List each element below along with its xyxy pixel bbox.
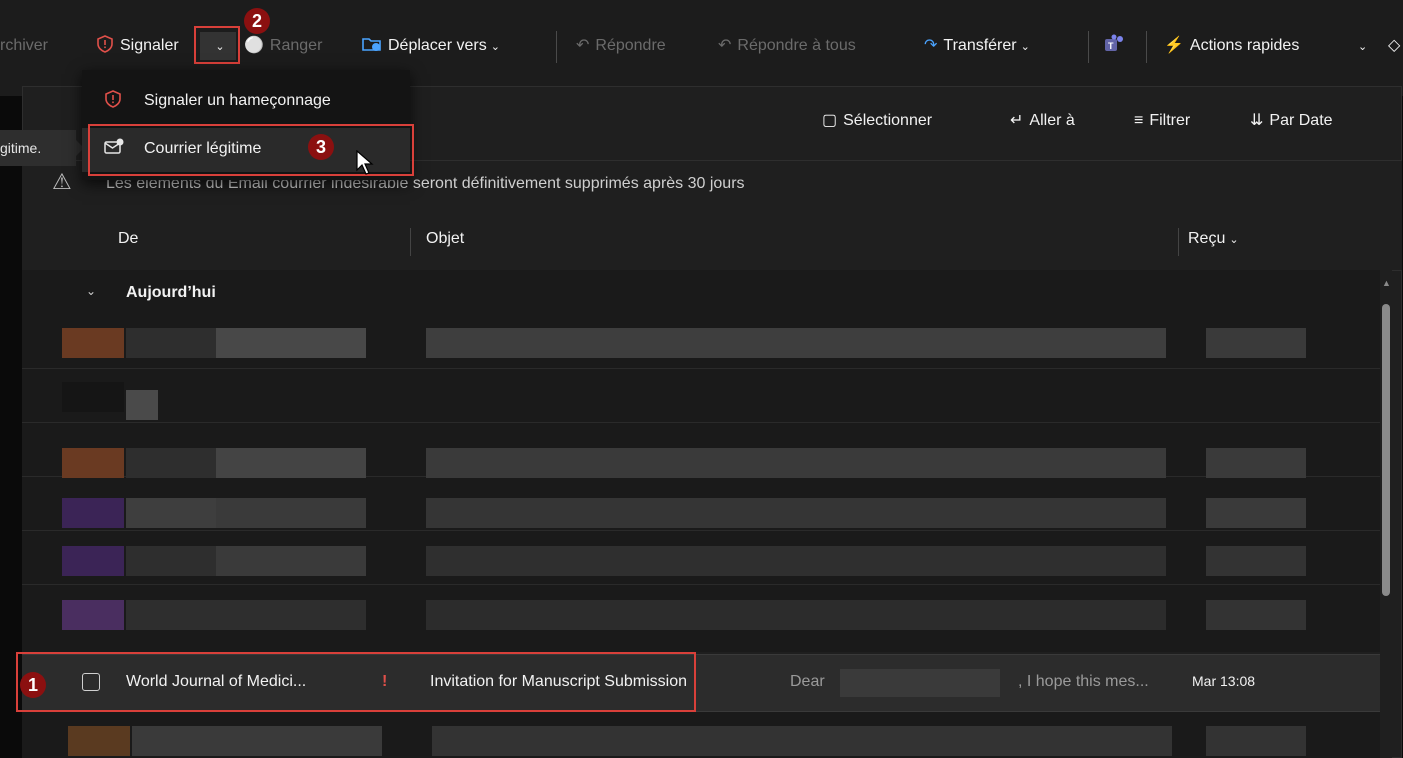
archive-button[interactable]: rchiver	[0, 32, 48, 60]
list-item[interactable]	[22, 370, 1382, 423]
reply-icon: ↶	[576, 37, 590, 54]
redacted-name	[840, 669, 1000, 697]
group-header[interactable]: ⌄ Aujourd’hui	[22, 270, 1382, 316]
goto-button[interactable]: ↵ Aller à	[1010, 106, 1075, 136]
svg-text:T: T	[1108, 41, 1114, 51]
shield-alert-icon	[96, 32, 114, 60]
forward-button[interactable]: ↷ Transférer ⌄	[924, 32, 1030, 60]
teams-button[interactable]: T	[1104, 32, 1126, 60]
sort-button[interactable]: ⇊ Par Date	[1250, 106, 1333, 136]
message-preview-start: Dear	[790, 673, 825, 690]
column-from[interactable]: De	[118, 230, 138, 248]
warning-icon: ⚠	[52, 169, 72, 194]
annotation-box-2	[194, 26, 240, 64]
lightning-icon: ⚡	[1164, 37, 1184, 54]
list-item[interactable]	[22, 712, 1380, 758]
tooltip: gitime.	[0, 130, 84, 166]
chevron-down-icon: ⌄	[86, 284, 97, 298]
overflow-icon[interactable]: ◇	[1388, 32, 1400, 60]
scrollbar-thumb[interactable]	[1382, 304, 1390, 596]
chevron-down-icon: ⌄	[490, 41, 500, 53]
blurred-messages	[22, 316, 1382, 652]
menu-item-report-phishing[interactable]: Signaler un hameçonnage	[82, 80, 410, 124]
list-item[interactable]	[22, 532, 1382, 585]
list-item[interactable]	[22, 316, 1382, 369]
broom-icon: ⚪	[244, 37, 264, 54]
filter-icon: ≡	[1134, 112, 1144, 129]
message-received: Mar 13:08	[1192, 673, 1256, 689]
report-button[interactable]: Signaler	[96, 32, 179, 60]
quick-actions-button[interactable]: ⚡ Actions rapides	[1164, 32, 1299, 60]
toolbar-divider	[556, 31, 557, 63]
chevron-down-icon: ⌄	[1358, 41, 1368, 53]
select-button[interactable]: ▢ Sélectionner	[822, 106, 932, 136]
group-label: Aujourd’hui	[126, 284, 216, 301]
chevron-down-icon: ⌄	[1229, 234, 1239, 246]
annotation-box-1	[16, 652, 696, 712]
chevron-down-icon: ⌄	[1020, 41, 1030, 53]
message-preview-end: , I hope this mes...	[1018, 673, 1149, 690]
quick-actions-dropdown[interactable]: ⌄	[1354, 32, 1367, 60]
shield-alert-icon	[104, 90, 122, 113]
sort-icon: ⇊	[1250, 112, 1264, 129]
filter-button[interactable]: ≡ Filtrer	[1134, 106, 1190, 136]
sweep-button[interactable]: ⚪ Ranger	[244, 32, 322, 60]
folder-move-icon	[362, 32, 382, 60]
reply-all-icon: ↶	[718, 37, 732, 54]
column-header: De Objet Reçu ⌄	[22, 216, 1402, 271]
toolbar-divider	[1146, 31, 1147, 63]
annotation-badge-1: 1	[20, 672, 46, 698]
column-divider[interactable]	[410, 228, 411, 256]
column-subject[interactable]: Objet	[426, 230, 464, 248]
mouse-cursor-icon	[356, 149, 376, 180]
toolbar-divider	[1088, 31, 1089, 63]
teams-icon: T	[1104, 34, 1126, 54]
move-to-button[interactable]: Déplacer vers ⌄	[362, 32, 500, 60]
select-square-icon: ▢	[822, 112, 838, 129]
list-item[interactable]	[22, 478, 1382, 531]
arrow-down-icon: ↵	[1010, 112, 1024, 129]
annotation-badge-3: 3	[308, 134, 334, 160]
scroll-up-icon[interactable]: ▲	[1382, 278, 1391, 288]
annotation-badge-2: 2	[244, 8, 270, 34]
column-divider[interactable]	[1178, 228, 1179, 256]
list-item[interactable]	[22, 586, 1382, 638]
list-item[interactable]	[22, 424, 1382, 478]
forward-icon: ↷	[924, 37, 938, 54]
column-received[interactable]: Reçu ⌄	[1188, 230, 1239, 248]
reply-button[interactable]: ↶ Répondre	[576, 32, 666, 60]
reply-all-button[interactable]: ↶ Répondre à tous	[718, 32, 856, 60]
